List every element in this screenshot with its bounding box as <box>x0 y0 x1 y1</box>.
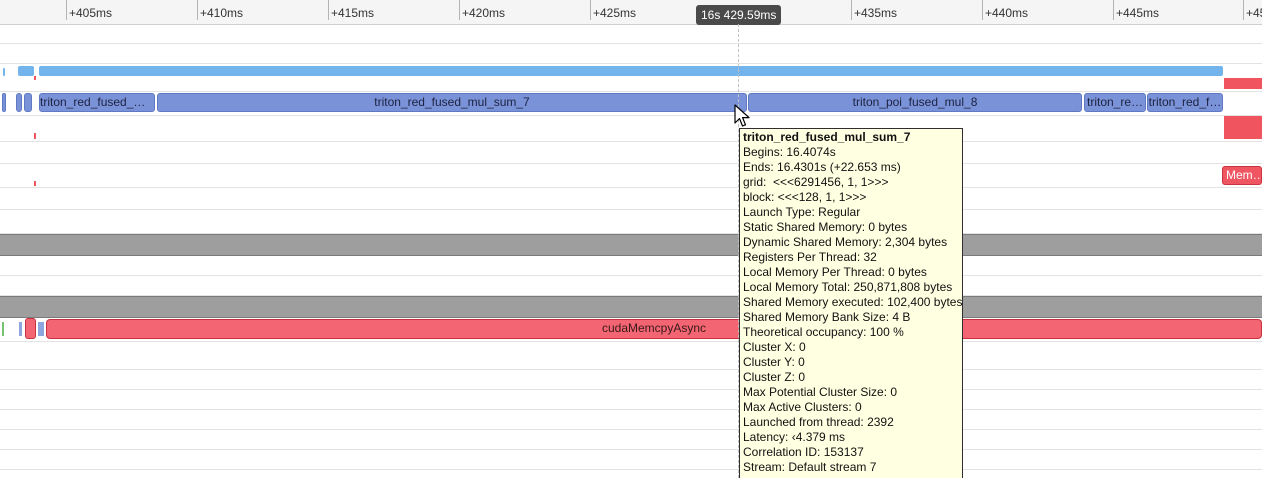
ruler-tick-label: +410ms <box>200 6 244 20</box>
kernel-block[interactable]: triton_re… <box>1084 93 1146 112</box>
kernel-block[interactable] <box>2 93 6 112</box>
timeline-row[interactable] <box>0 410 1262 430</box>
timeline-row[interactable] <box>0 450 1262 470</box>
memcpy-block[interactable]: cudaMemcpyAsync <box>46 319 1262 339</box>
ruler-tick <box>982 0 983 20</box>
tooltip-line: Begins: 16.4074s <box>743 145 836 159</box>
memcpy-block[interactable] <box>25 318 36 339</box>
tooltip-line: Latency: ‹4.379 ms <box>743 430 846 444</box>
runtime-call-block[interactable] <box>3 68 5 76</box>
timeline-row[interactable] <box>0 188 1262 210</box>
kernel-tooltip: triton_red_fused_mul_sum_7 Begins: 16.40… <box>739 128 963 478</box>
tooltip-line: Cluster X: 0 <box>743 340 806 354</box>
marker-tick <box>34 181 36 186</box>
ruler-tick-label: +435ms <box>854 6 898 20</box>
ruler-tick <box>590 0 591 20</box>
tooltip-line: Max Potential Cluster Size: 0 <box>743 385 898 399</box>
tooltip-line: Launched from thread: 2392 <box>743 415 894 429</box>
tooltip-line: Shared Memory Bank Size: 4 B <box>743 310 911 324</box>
tooltip-line: Theoretical occupancy: 100 % <box>743 325 904 339</box>
tooltip-line: Shared Memory executed: 102,400 bytes <box>743 295 963 309</box>
ruler-tick-label: +420ms <box>462 6 506 20</box>
kernel-block[interactable]: triton_red_fused_m… <box>39 93 155 112</box>
ruler-tick <box>1113 0 1114 20</box>
timeline-row[interactable] <box>0 142 1262 164</box>
kernel-block[interactable]: triton_red_f… <box>1147 93 1223 112</box>
memory-event-block[interactable]: Mem… <box>1222 166 1262 185</box>
timeline-row-memory[interactable] <box>0 164 1262 188</box>
tooltip-line: Launch Type: Regular <box>743 205 861 219</box>
marker-tick <box>34 76 36 80</box>
kernel-error-block[interactable] <box>1224 116 1262 139</box>
ruler-tick <box>1243 0 1244 20</box>
ruler-tick-label: +405ms <box>69 6 113 20</box>
kernel-block[interactable] <box>24 93 32 112</box>
tooltip-line: Static Shared Memory: 0 bytes <box>743 220 908 234</box>
tooltip-line: Local Memory Total: 250,871,808 bytes <box>743 280 953 294</box>
ruler-tick-label: +440ms <box>985 6 1029 20</box>
tooltip-line: Stream: Default stream 7 <box>743 460 877 474</box>
api-call-block[interactable] <box>38 322 44 336</box>
tooltip-line: Cluster Z: 0 <box>743 370 806 384</box>
timeline-row[interactable] <box>0 390 1262 410</box>
section-separator <box>0 234 1262 256</box>
timeline-row[interactable] <box>0 256 1262 276</box>
ruler-tick <box>459 0 460 20</box>
tooltip-line: Local Memory Per Thread: 0 bytes <box>743 265 927 279</box>
runtime-error-block[interactable] <box>1224 78 1262 89</box>
ruler-tick-label: +45 <box>1246 6 1262 20</box>
ruler-tick-label: +425ms <box>593 6 637 20</box>
runtime-call-block[interactable] <box>39 66 1223 76</box>
ruler-tick <box>197 0 198 20</box>
ruler-tick <box>328 0 329 20</box>
tooltip-line: Ends: 16.4301s (+22.653 ms) <box>743 160 901 174</box>
timeline-row[interactable] <box>0 210 1262 234</box>
timeline-view[interactable]: +405ms +410ms +415ms +420ms +425ms +435m… <box>0 0 1262 478</box>
timeline-row[interactable] <box>0 430 1262 450</box>
timeline-row[interactable] <box>0 24 1262 44</box>
timeline-row[interactable] <box>0 342 1262 370</box>
marker-tick <box>34 133 36 139</box>
time-ruler[interactable]: +405ms +410ms +415ms +420ms +425ms +435m… <box>0 0 1262 25</box>
api-call-block[interactable] <box>2 322 4 336</box>
tooltip-line: Dynamic Shared Memory: 2,304 bytes <box>743 235 948 249</box>
tooltip-line: Max Active Clusters: 0 <box>743 400 862 414</box>
tooltip-line: Cluster Y: 0 <box>743 355 805 369</box>
mouse-pointer-icon <box>734 104 750 127</box>
timeline-row[interactable] <box>0 370 1262 390</box>
tooltip-title: triton_red_fused_mul_sum_7 <box>743 130 911 144</box>
ruler-tick <box>851 0 852 20</box>
kernel-block[interactable]: triton_poi_fused_mul_8 <box>748 93 1082 112</box>
tooltip-line: grid: <<<6291456, 1, 1>>> <box>743 175 889 189</box>
ruler-tick-label: +415ms <box>331 6 375 20</box>
tooltip-line: Correlation ID: 153137 <box>743 445 864 459</box>
api-call-block[interactable] <box>19 322 22 336</box>
kernel-block-selected[interactable]: triton_red_fused_mul_sum_7 <box>157 93 747 112</box>
section-separator <box>0 296 1262 318</box>
cursor-time-badge: 16s 429.59ms <box>696 5 782 25</box>
tooltip-line: Registers Per Thread: 32 <box>743 250 877 264</box>
timeline-row[interactable] <box>0 276 1262 296</box>
kernel-block[interactable] <box>16 93 22 112</box>
ruler-tick <box>66 0 67 20</box>
runtime-call-block[interactable] <box>18 66 34 76</box>
tooltip-line: block: <<<128, 1, 1>>> <box>743 190 867 204</box>
timeline-row[interactable] <box>0 116 1262 142</box>
ruler-tick-label: +445ms <box>1116 6 1160 20</box>
timeline-row[interactable] <box>0 44 1262 64</box>
